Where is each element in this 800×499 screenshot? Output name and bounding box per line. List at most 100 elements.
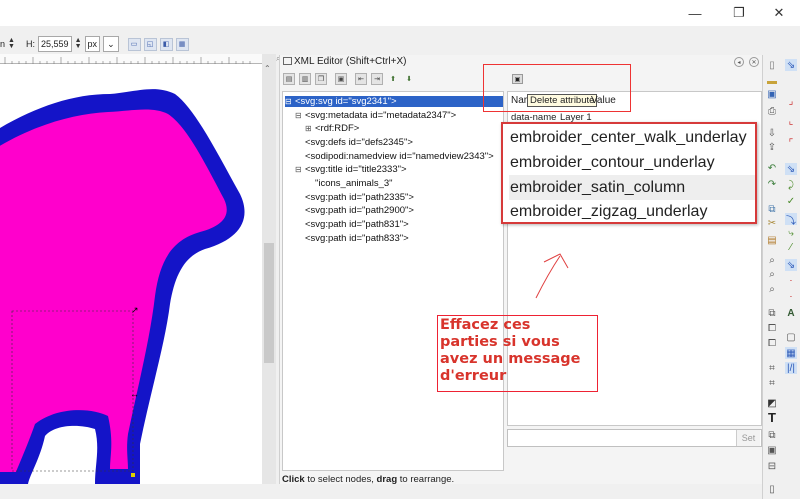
tree-node[interactable]: ⊟ <svg:metadata id="metadata2347"> xyxy=(295,110,456,121)
drawing-canvas[interactable]: ↗ ↔ xyxy=(0,64,262,484)
tree-node[interactable]: <svg:path id="path831"> xyxy=(305,219,409,230)
snap-cusp-icon[interactable]: ⤵ xyxy=(785,213,797,227)
redo-icon[interactable]: ↷ xyxy=(766,178,778,190)
lower-node-icon[interactable]: ⬇ xyxy=(403,73,415,85)
delete-node-icon[interactable]: ▣ xyxy=(335,73,347,85)
zoom-selection-icon[interactable]: ⌕ xyxy=(766,254,778,266)
collapse-icon[interactable]: ⊟ xyxy=(295,165,305,174)
unindent-node-icon[interactable]: ⇤ xyxy=(355,73,367,85)
collapse-icon[interactable]: ⊟ xyxy=(295,111,305,120)
group-icon[interactable]: ⌗ xyxy=(766,362,778,374)
tree-node[interactable]: <svg:path id="path2900"> xyxy=(305,205,414,216)
snap-centers-icon[interactable]: ⋅ xyxy=(785,275,797,287)
scrollbar-thumb[interactable] xyxy=(264,243,274,363)
snap-rotation-center-icon[interactable]: ⋅ xyxy=(785,291,797,303)
new-document-icon[interactable]: ▯ xyxy=(766,59,778,71)
expand-icon[interactable]: ⊞ xyxy=(305,124,315,133)
open-icon[interactable]: ▬ xyxy=(766,75,778,87)
h-field[interactable]: 25,559 xyxy=(38,36,72,52)
close-button[interactable]: ✕ xyxy=(758,0,800,26)
snap-paths-icon[interactable]: ⤸ xyxy=(785,179,797,191)
scale-stroke-icon[interactable]: ▭ xyxy=(127,37,141,51)
snap-guides-icon[interactable]: |/| xyxy=(785,362,797,374)
suggestion-item[interactable]: embroider_zigzag_underlay xyxy=(509,199,755,224)
h-spin-icon[interactable]: ▲ ▼ xyxy=(75,37,82,50)
unit-select[interactable]: px xyxy=(84,36,101,52)
panel-iconify-icon[interactable]: ◂ xyxy=(734,57,744,67)
collapse-icon[interactable]: ⊟ xyxy=(285,97,295,106)
move-patterns-icon[interactable]: ▦ xyxy=(175,37,189,51)
text-font-icon[interactable]: T xyxy=(766,410,778,425)
zoom-drawing-icon[interactable]: ⌕ xyxy=(766,268,778,280)
snap-bbox-corners-icon[interactable]: ⌜ xyxy=(785,137,797,149)
clone-icon[interactable]: ⧠ xyxy=(766,322,778,334)
ungroup-icon[interactable]: ⌗ xyxy=(766,377,778,389)
note-line: d'erreur xyxy=(440,368,507,384)
scroll-up-icon[interactable]: ⌃ xyxy=(264,64,271,73)
print-icon[interactable]: ⎙ xyxy=(766,105,778,117)
snap-bbox-icon[interactable]: ⌟ xyxy=(785,95,797,107)
import-icon[interactable]: ⇩ xyxy=(766,127,778,139)
panel-close-icon[interactable]: ✕ xyxy=(749,57,759,67)
tree-node[interactable]: ⊟ <svg:title id="title2333"> xyxy=(295,164,407,175)
align-distribute-icon[interactable]: ⊟ xyxy=(766,460,778,472)
undo-icon[interactable]: ↶ xyxy=(766,162,778,174)
tree-node[interactable]: "icons_animals_3" xyxy=(315,178,393,189)
snap-page-border-icon[interactable]: ▢ xyxy=(785,331,797,343)
bear-body-shape[interactable] xyxy=(0,109,227,472)
unlink-clone-icon[interactable]: ⧠ xyxy=(766,337,778,349)
suggestion-item[interactable]: embroider_contour_underlay xyxy=(509,150,755,175)
tree-node-label: <sodipodi:namedview id="namedview2343"> xyxy=(305,151,494,162)
duplicate-icon[interactable]: ⧉ xyxy=(766,307,778,319)
status-bar: Click to select nodes, drag to rearrange… xyxy=(282,474,454,485)
snap-bbox-edges-icon[interactable]: ⌞ xyxy=(785,115,797,127)
layers-icon[interactable]: ⧉ xyxy=(766,429,778,441)
move-gradients-icon[interactable]: ◧ xyxy=(159,37,173,51)
suggestion-item-highlighted[interactable]: embroider_satin_column xyxy=(509,175,755,200)
tree-node[interactable]: ⊟ <svg:svg id="svg2341"> xyxy=(285,96,503,107)
export-icon[interactable]: ⇪ xyxy=(766,141,778,153)
zoom-page-icon[interactable]: ⌕ xyxy=(766,283,778,295)
tree-node[interactable]: <svg:path id="path2335"> xyxy=(305,192,414,203)
tree-node[interactable]: <sodipodi:namedview id="namedview2343"> xyxy=(305,151,494,162)
indent-node-icon[interactable]: ⇥ xyxy=(371,73,383,85)
cut-icon[interactable]: ✂ xyxy=(766,217,778,229)
tree-node[interactable]: ⊞ <rdf:RDF> xyxy=(305,123,359,134)
snap-text-baseline-icon[interactable]: A xyxy=(785,307,797,319)
commands-snap-bar: ▯ ⇘ ▬ ▣ ⌟ ⎙ ⌞ ⇩ ⌜ ⇪ ↶ ⇘ ↷ ⤸ ✓ ⧉ ✂ ⤵ ⤷ ▤ … xyxy=(762,55,800,499)
maximize-button[interactable]: ❐ xyxy=(718,0,760,26)
snap-nodes-icon[interactable]: ⇘ xyxy=(785,163,797,175)
new-element-node-icon[interactable]: ▤ xyxy=(283,73,295,85)
attribute-suggestion-list[interactable]: embroider_center_walk_underlay embroider… xyxy=(501,122,757,224)
duplicate-node-icon[interactable]: ❐ xyxy=(315,73,327,85)
snap-toggle-icon[interactable]: ⇘ xyxy=(785,59,797,71)
stretch-handle-icon[interactable]: ↔ xyxy=(130,389,139,399)
copy-icon[interactable]: ⧉ xyxy=(766,203,778,215)
tree-node-label: <svg:defs id="defs2345"> xyxy=(305,137,413,148)
xml-node-tree[interactable]: ⊟ <svg:svg id="svg2341"> ⊟ <svg:metadata i… xyxy=(282,91,504,471)
save-icon[interactable]: ▣ xyxy=(766,88,778,100)
attribute-value-input[interactable] xyxy=(507,429,762,447)
document-properties-icon[interactable]: ▯ xyxy=(766,483,778,495)
new-text-node-icon[interactable]: ▥ xyxy=(299,73,311,85)
fill-stroke-icon[interactable]: ◩ xyxy=(766,397,778,409)
paste-icon[interactable]: ▤ xyxy=(766,234,778,246)
tree-node[interactable]: <svg:path id="path833"> xyxy=(305,233,409,244)
xml-editor-icon[interactable]: ▣ xyxy=(766,444,778,456)
h-label: H: xyxy=(26,39,36,49)
scale-corners-icon[interactable]: ◱ xyxy=(143,37,157,51)
snap-smooth-icon[interactable]: ⤷ xyxy=(785,227,797,239)
suggestion-item[interactable]: embroider_center_walk_underlay xyxy=(509,125,755,150)
unit-dropdown-icon[interactable]: ⌄ xyxy=(103,36,119,52)
snap-midpoints-icon[interactable]: ⁄ xyxy=(785,241,797,253)
snap-grid-icon[interactable]: ▦ xyxy=(785,347,797,359)
raise-node-icon[interactable]: ⬆ xyxy=(387,73,399,85)
node-handle-icon[interactable] xyxy=(131,473,135,477)
snap-others-icon[interactable]: ⇘ xyxy=(785,259,797,271)
set-button[interactable]: Set xyxy=(736,430,760,446)
tree-node[interactable]: <svg:defs id="defs2345"> xyxy=(305,137,413,148)
w-spin-icon[interactable]: ▲ ▼ xyxy=(8,37,15,50)
minimize-button[interactable]: — xyxy=(674,0,716,26)
snap-intersections-icon[interactable]: ✓ xyxy=(785,195,797,207)
scale-handle-icon[interactable]: ↗ xyxy=(131,305,139,315)
